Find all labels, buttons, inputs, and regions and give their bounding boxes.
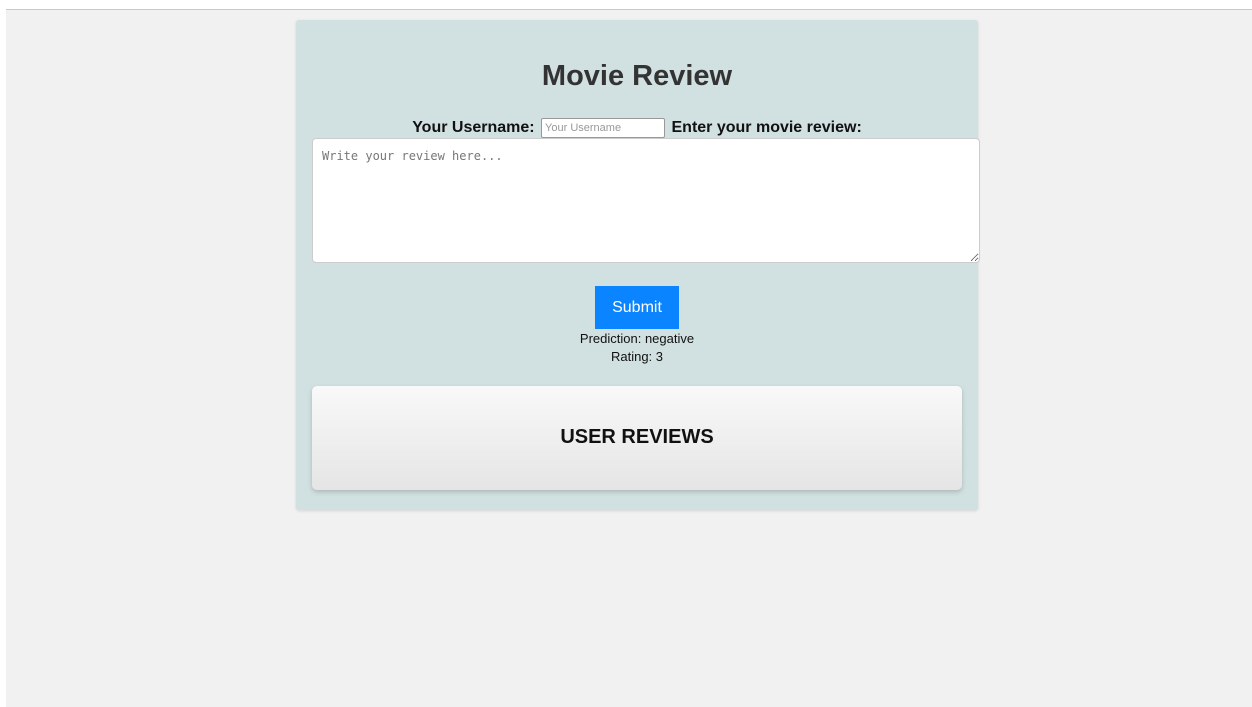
movie-review-card: Movie Review Your Username: Enter your m… [296,20,980,510]
username-label: Your Username: [412,119,535,136]
username-input[interactable] [541,118,666,138]
user-reviews-panel: USER REVIEWS [312,386,962,490]
review-label: Enter your movie review: [671,119,862,136]
page-title: Movie Review [541,60,733,92]
prediction-result: Prediction: negative [579,331,695,346]
review-textarea[interactable] [312,138,980,263]
rating-result: Rating: 3 [610,349,664,364]
user-reviews-heading: USER REVIEWS [560,426,714,448]
review-form-row: Your Username: Enter your movie review: [296,118,978,138]
submit-button[interactable]: Submit [595,286,679,329]
page-viewport: Movie Review Your Username: Enter your m… [6,9,1252,707]
